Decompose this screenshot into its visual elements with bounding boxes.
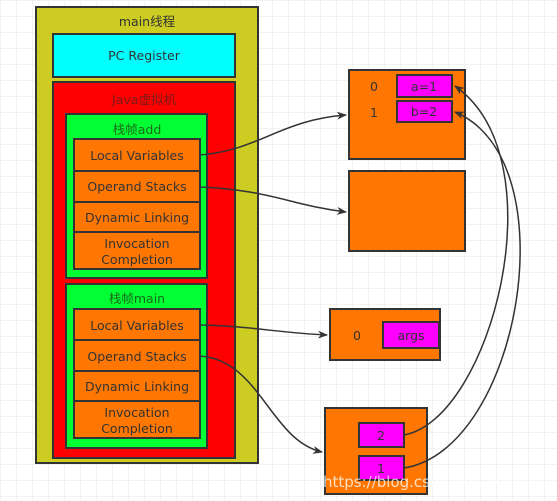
main-ic-label-1: Invocation	[104, 405, 169, 420]
main-index-0: 0	[353, 328, 361, 343]
add-lv-label: Local Variables	[90, 148, 184, 163]
add-dl-label: Dynamic Linking	[85, 210, 189, 225]
watermark: https://blog.csdn.net/zwx900102	[323, 473, 557, 491]
pc-register-label: PC Register	[108, 48, 181, 63]
add-ic-label-1: Invocation	[104, 236, 169, 251]
add-value-b: b=2	[411, 104, 437, 119]
main-os-label: Operand Stacks	[87, 349, 186, 364]
thread-title: main线程	[119, 14, 176, 29]
frame-main-title: 栈帧main	[109, 291, 165, 306]
add-index-1: 1	[370, 105, 378, 120]
jvm-diagram: main线程 PC Register Java虚拟机 栈帧add Local V…	[0, 0, 557, 501]
main-lv-label: Local Variables	[90, 318, 184, 333]
add-os-label: Operand Stacks	[87, 179, 186, 194]
main-value-args: args	[397, 328, 424, 343]
main-dl-label: Dynamic Linking	[85, 379, 189, 394]
add-value-a: a=1	[411, 79, 437, 94]
add-index-0: 0	[370, 79, 378, 94]
add-operand-stack-area	[348, 170, 466, 252]
stack-label-2: 2	[377, 428, 385, 443]
frame-add-title: 栈帧add	[113, 122, 162, 137]
jvm-title: Java虚拟机	[111, 92, 176, 107]
add-ic-label-2: Completion	[101, 252, 173, 267]
main-ic-label-2: Completion	[101, 421, 173, 436]
